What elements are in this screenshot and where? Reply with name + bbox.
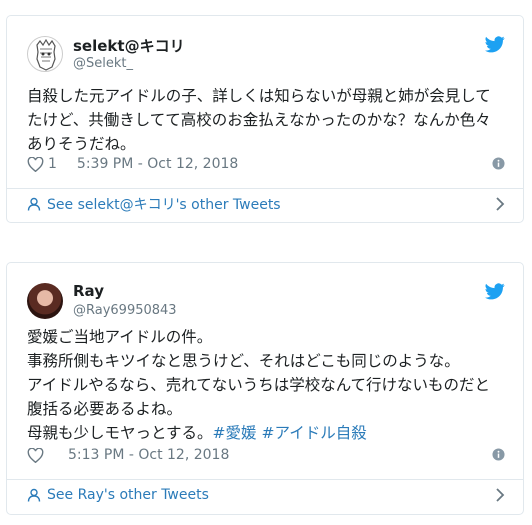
display-name[interactable]: selekt@キコリ — [73, 35, 185, 56]
hashtag-link[interactable]: #愛媛 — [213, 424, 257, 442]
tweet-card: selekt@キコリ @Selekt_ 自殺した元アイドルの子、詳しくは知らない… — [6, 15, 524, 223]
person-icon — [27, 197, 41, 211]
chevron-right-icon[interactable] — [495, 488, 505, 502]
twitter-bird-icon[interactable] — [485, 283, 505, 300]
tweet-meta: 5:13 PM - Oct 12, 2018 — [27, 445, 505, 465]
see-other-tweets-label[interactable]: See selekt@キコリ's other Tweets — [47, 194, 281, 214]
heart-icon[interactable] — [27, 156, 44, 172]
see-other-tweets-label[interactable]: See Ray's other Tweets — [47, 487, 209, 503]
like-count[interactable]: 1 — [48, 156, 57, 172]
info-icon[interactable] — [492, 157, 505, 170]
tweet-text: 愛媛ご当地アイドルの件。 事務所側もキツイなと思うけど、それはどこも同じのような… — [27, 325, 507, 445]
person-icon — [27, 488, 41, 502]
see-other-tweets-link[interactable]: See Ray's other Tweets — [27, 484, 505, 506]
user-handle[interactable]: @Ray69950843 — [73, 303, 177, 318]
timestamp[interactable]: 5:39 PM - Oct 12, 2018 — [77, 156, 238, 172]
divider — [7, 188, 523, 189]
avatar[interactable] — [27, 283, 63, 319]
tweet-body: 愛媛ご当地アイドルの件。 事務所側もキツイなと思うけど、それはどこも同じのような… — [27, 328, 490, 442]
tweet-card: Ray @Ray69950843 愛媛ご当地アイドルの件。 事務所側もキツイなと… — [6, 262, 524, 515]
info-icon[interactable] — [492, 448, 505, 461]
hashtag-link[interactable]: #アイドル自殺 — [261, 424, 366, 442]
tweet-text: 自殺した元アイドルの子、詳しくは知らないが母親と姉が会見して たけど、共働きして… — [27, 87, 491, 153]
chevron-right-icon[interactable] — [495, 197, 505, 211]
see-other-tweets-link[interactable]: See selekt@キコリ's other Tweets — [27, 193, 505, 215]
divider — [7, 479, 523, 480]
user-handle[interactable]: @Selekt_ — [73, 56, 133, 71]
display-name[interactable]: Ray — [73, 282, 104, 300]
heart-icon[interactable] — [27, 447, 44, 463]
timestamp[interactable]: 5:13 PM - Oct 12, 2018 — [68, 447, 229, 463]
twitter-bird-icon[interactable] — [485, 36, 505, 53]
tweet-meta: 1 5:39 PM - Oct 12, 2018 — [27, 154, 505, 174]
avatar[interactable] — [27, 36, 63, 72]
